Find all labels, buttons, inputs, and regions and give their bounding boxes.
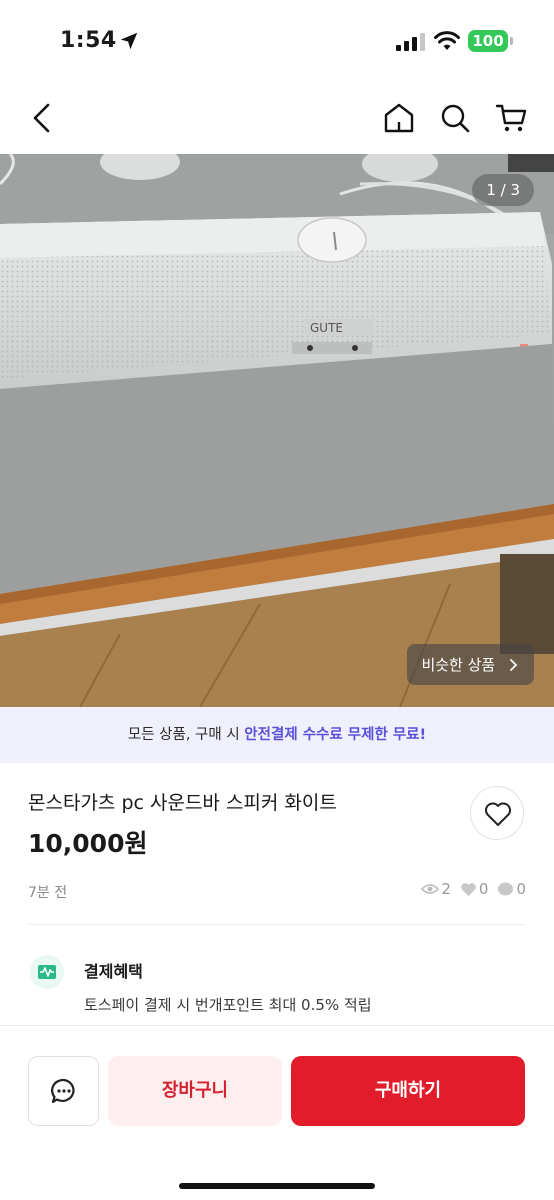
pulse-icon xyxy=(38,965,56,979)
add-to-cart-button[interactable]: 장바구니 xyxy=(108,1056,282,1126)
home-icon[interactable] xyxy=(382,101,416,135)
chats-count: 0 xyxy=(516,880,526,898)
navigation-bar xyxy=(0,84,554,154)
wifi-icon xyxy=(434,31,460,50)
similar-products-label: 비슷한 상품 xyxy=(421,656,496,674)
product-title: 몬스타가츠 pc 사운드바 스피커 화이트 xyxy=(28,792,337,814)
promo-prefix: 모든 상품, 구매 시 xyxy=(127,727,245,743)
like-button[interactable] xyxy=(470,786,524,840)
image-counter: 1 / 3 xyxy=(472,174,534,206)
bottom-action-bar: 장바구니 구매하기 xyxy=(0,1025,554,1200)
chat-icon xyxy=(51,1078,75,1104)
views-count: 2 xyxy=(441,880,451,898)
back-icon[interactable] xyxy=(26,101,60,135)
eye-icon xyxy=(421,884,440,894)
battery-nub xyxy=(510,37,513,45)
heart-icon xyxy=(485,802,511,826)
chat-bubble-icon xyxy=(498,882,514,895)
likes-count: 0 xyxy=(478,880,489,898)
likes-stat: 0 xyxy=(460,880,489,898)
divider xyxy=(28,924,526,925)
buy-now-button[interactable]: 구매하기 xyxy=(291,1056,525,1126)
search-icon[interactable] xyxy=(438,101,472,135)
heart-icon xyxy=(461,882,476,896)
product-photo: GUTE xyxy=(0,154,554,707)
battery-indicator: 100 xyxy=(468,30,508,52)
product-stats: 2 0 0 xyxy=(415,880,526,898)
location-arrow-icon xyxy=(120,32,138,50)
views-stat: 2 xyxy=(421,880,451,898)
chevron-right-icon xyxy=(510,658,518,671)
chat-button[interactable] xyxy=(28,1056,99,1126)
posted-time: 7분 전 xyxy=(28,885,68,901)
similar-products-button[interactable]: 비슷한 상품 xyxy=(407,644,534,685)
home-indicator xyxy=(179,1183,375,1189)
benefit-description: 토스페이 결제 시 번개포인트 최대 0.5% 적립 xyxy=(84,996,372,1014)
status-time: 1:54 xyxy=(60,28,117,53)
promo-banner[interactable]: 모든 상품, 구매 시 안전결제 수수료 무제한 무료! xyxy=(0,707,554,763)
product-image[interactable]: GUTE 1 / 3 비슷한 상품 xyxy=(0,154,554,707)
svg-text:GUTE: GUTE xyxy=(310,321,343,335)
chats-stat: 0 xyxy=(497,880,526,898)
benefit-title: 결제혜택 xyxy=(84,962,143,981)
status-bar: 1:54 100 xyxy=(0,0,554,84)
product-price: 10,000원 xyxy=(28,829,148,858)
promo-highlight: 안전결제 수수료 무제한 무료! xyxy=(244,727,427,743)
cellular-signal-icon xyxy=(396,33,425,51)
payment-benefit-icon xyxy=(30,955,64,989)
cart-icon[interactable] xyxy=(495,101,529,135)
